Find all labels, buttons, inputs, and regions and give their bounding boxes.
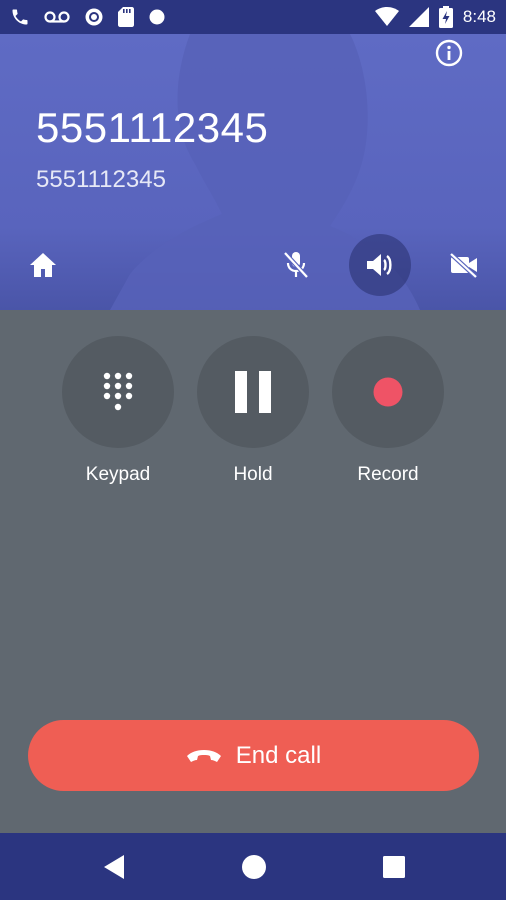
record-label: Record: [357, 464, 419, 485]
call-header: 5551112345 5551112345: [0, 34, 506, 310]
record-icon: [373, 377, 403, 407]
keypad-button[interactable]: Keypad: [62, 336, 174, 486]
record-circle[interactable]: [332, 336, 444, 448]
wifi-icon: [374, 7, 399, 27]
home-button[interactable]: [12, 234, 74, 296]
home-circle-icon: [242, 855, 266, 879]
navigation-bar: [0, 833, 506, 900]
dot-icon: [148, 8, 166, 26]
mute-button[interactable]: [265, 234, 327, 296]
speaker-button[interactable]: [349, 234, 411, 296]
status-bar: 8:48: [0, 0, 506, 34]
video-off-icon: [449, 252, 478, 278]
recents-icon: [383, 856, 405, 878]
hold-circle[interactable]: [197, 336, 309, 448]
mic-off-icon: [283, 251, 309, 279]
record-button[interactable]: Record: [332, 336, 444, 486]
keypad-circle[interactable]: [62, 336, 174, 448]
back-button[interactable]: [100, 853, 128, 881]
info-button[interactable]: [434, 38, 464, 68]
video-button[interactable]: [433, 234, 495, 296]
caller-number: 5551112345: [36, 104, 269, 151]
call-actions: Keypad Hold Record: [0, 336, 506, 496]
signal-icon: [408, 7, 429, 27]
dialpad-icon: [103, 372, 133, 411]
phone-icon: [10, 7, 30, 27]
keypad-label: Keypad: [85, 464, 151, 485]
speaker-icon: [367, 254, 392, 276]
caller-secondary-number: 5551112345: [36, 166, 166, 193]
status-right-icons: 8:48: [374, 6, 496, 28]
call-end-icon: [186, 749, 221, 762]
end-call-label: End call: [235, 741, 322, 769]
home-icon: [30, 253, 56, 277]
home-nav-button[interactable]: [240, 853, 268, 881]
pause-icon: [235, 371, 271, 413]
recents-button[interactable]: [380, 853, 408, 881]
battery-charging-icon: [438, 6, 453, 28]
voicemail-icon: [44, 9, 70, 25]
info-icon: [435, 39, 463, 67]
status-left-icons: [10, 7, 166, 27]
end-call-button[interactable]: End call: [28, 720, 479, 791]
back-icon: [104, 855, 124, 879]
sd-card-icon: [118, 7, 134, 27]
hold-button[interactable]: Hold: [197, 336, 309, 486]
status-time: 8:48: [462, 7, 496, 26]
in-call-controls: [0, 234, 506, 296]
sync-icon: [84, 7, 104, 27]
hold-label: Hold: [233, 464, 273, 485]
